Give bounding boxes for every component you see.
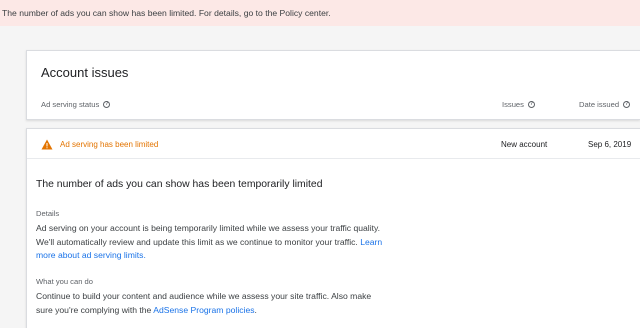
column-header-ad-serving-status: Ad serving status ? [41, 100, 111, 109]
issue-type: New account [501, 140, 548, 149]
issue-date: Sep 6, 2019 [588, 140, 632, 149]
help-icon[interactable]: ? [527, 101, 535, 108]
issue-detail-card: Ad serving has been limited New account … [26, 128, 640, 328]
action-paragraph: Continue to build your content and audie… [36, 290, 386, 317]
details-label: Details [36, 209, 60, 218]
column-header-label: Ad serving status [41, 100, 100, 109]
help-icon[interactable]: ? [103, 101, 111, 108]
policy-banner-text: The number of ads you can show has been … [2, 8, 331, 18]
details-paragraph: Ad serving on your account is being temp… [36, 222, 386, 263]
issue-row[interactable]: Ad serving has been limited New account … [27, 129, 640, 159]
issue-detail-heading: The number of ads you can show has been … [36, 179, 323, 190]
help-icon[interactable]: ? [623, 101, 631, 108]
what-you-can-do-label: What you can do [36, 277, 93, 286]
column-header-label: Date issued [579, 100, 620, 109]
column-header-issues: Issues ? [502, 100, 535, 109]
account-issues-title: Account issues [41, 65, 129, 80]
warning-icon [41, 139, 53, 150]
adsense-policies-link[interactable]: AdSense Program policies [153, 305, 254, 315]
policy-banner: The number of ads you can show has been … [0, 0, 640, 26]
details-text: Ad serving on your account is being temp… [36, 223, 381, 247]
column-header-date-issued: Date issued ? [579, 100, 631, 109]
ad-serving-status: Ad serving has been limited [60, 140, 159, 149]
column-header-label: Issues [502, 100, 524, 109]
account-issues-card: Account issues Ad serving status ? Issue… [26, 50, 640, 120]
action-text-end: . [254, 304, 257, 315]
